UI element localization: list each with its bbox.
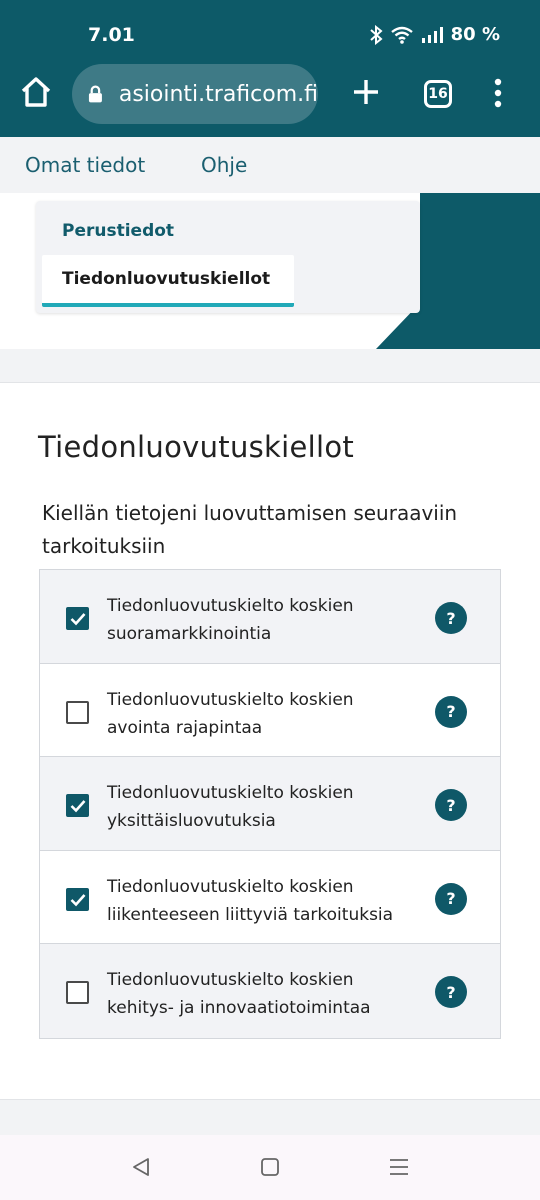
option-label-line2: yksittäisluovutuksia: [107, 811, 276, 832]
option-label-line2: kehitys- ja innovaatiotoimintaa: [107, 998, 371, 1019]
hero-section: Perustiedot Tiedonluovutuskiellot: [0, 193, 540, 349]
checkmark-icon: [70, 613, 86, 626]
option-row: Tiedonluovutuskielto koskien kehitys- ja…: [40, 944, 500, 1038]
sub-nav: Perustiedot Tiedonluovutuskiellot: [36, 201, 420, 313]
home-button[interactable]: [18, 74, 54, 110]
option-label-line1: Tiedonluovutuskielto koskien: [107, 876, 354, 897]
help-icon[interactable]: ?: [435, 695, 467, 728]
home-nav-button[interactable]: [260, 1157, 280, 1181]
subnav-active-label: Tiedonluovutuskiellot: [62, 269, 271, 289]
system-nav-bar: [0, 1135, 540, 1200]
section-divider: [0, 349, 540, 383]
subnav-tiedonluovutuskiellot[interactable]: Tiedonluovutuskiellot: [42, 255, 294, 307]
option-label-line2: suoramarkkinointia: [107, 624, 272, 644]
signal-icon: [421, 26, 443, 43]
help-icon[interactable]: ?: [435, 976, 467, 1009]
bluetooth-icon: [369, 24, 383, 45]
option-label-line1: Tiedonluovutuskielto koskien: [107, 596, 354, 616]
status-time: 7.01: [88, 24, 135, 46]
lock-icon: [88, 85, 102, 103]
address-bar[interactable]: asiointi.traficom.fi: [72, 64, 318, 124]
option-label: Tiedonluovutuskielto koskien avointa raj…: [107, 686, 407, 742]
option-label: Tiedonluovutuskielto koskien suoramarkki…: [107, 592, 407, 648]
top-nav: Omat tiedot Ohje: [0, 137, 540, 193]
option-row: Tiedonluovutuskielto koskien liikenteese…: [40, 850, 500, 945]
url-text: asiointi.traficom.fi: [118, 81, 318, 107]
browser-chrome: 7.01 80 % asiointi.traficom.fi 16: [0, 0, 540, 137]
nav-ohje[interactable]: Ohje: [201, 153, 247, 177]
option-row: Tiedonluovutuskielto koskien suoramarkki…: [40, 570, 500, 664]
option-label: Tiedonluovutuskielto koskien liikenteese…: [107, 873, 407, 929]
intro-text: Kiellän tietojeni luovuttamisen seuraavi…: [42, 501, 458, 558]
option-label-line1: Tiedonluovutuskielto koskien: [107, 689, 354, 710]
option-label-line1: Tiedonluovutuskielto koskien: [107, 970, 354, 991]
tab-switcher-button[interactable]: 16: [424, 80, 452, 108]
option-checkbox[interactable]: [66, 607, 89, 630]
battery-level: 80 %: [450, 24, 500, 45]
option-label: Tiedonluovutuskielto koskien kehitys- ja…: [107, 966, 407, 1022]
option-checkbox[interactable]: [66, 794, 89, 818]
option-checkbox[interactable]: [66, 981, 89, 1005]
more-vert-icon: [494, 78, 502, 108]
wifi-icon: [390, 26, 413, 44]
checkmark-icon: [70, 893, 86, 907]
help-icon[interactable]: ?: [435, 602, 467, 634]
recents-button[interactable]: [389, 1157, 409, 1181]
option-checkbox[interactable]: [66, 887, 89, 911]
new-tab-button[interactable]: [350, 76, 382, 108]
help-icon[interactable]: ?: [435, 882, 467, 915]
option-label: Tiedonluovutuskielto koskien yksittäislu…: [107, 779, 407, 835]
tab-count: 16: [428, 86, 448, 102]
nav-omat-tiedot[interactable]: Omat tiedot: [25, 153, 145, 177]
subnav-perustiedot[interactable]: Perustiedot: [62, 221, 174, 241]
status-icons: 80 %: [369, 24, 500, 45]
plus-icon: [354, 80, 378, 104]
option-list: Tiedonluovutuskielto koskien suoramarkki…: [39, 569, 501, 1039]
help-icon[interactable]: ?: [435, 789, 467, 822]
page-title: Tiedonluovutuskiellot: [38, 430, 355, 464]
square-icon: [261, 1158, 279, 1176]
option-row: Tiedonluovutuskielto koskien avointa raj…: [40, 663, 500, 758]
footer-band: [0, 1099, 540, 1135]
recents-icon: [390, 1159, 408, 1175]
option-label-line2: avointa rajapintaa: [107, 717, 263, 738]
browser-menu-button[interactable]: [490, 78, 506, 108]
checkmark-icon: [70, 800, 86, 813]
back-icon: [133, 1158, 149, 1176]
option-label-line1: Tiedonluovutuskielto koskien: [107, 783, 354, 804]
back-button[interactable]: [131, 1157, 151, 1181]
option-label-line2: liikenteeseen liittyviä tarkoituksia: [107, 904, 394, 925]
option-row: Tiedonluovutuskielto koskien yksittäislu…: [40, 757, 500, 851]
home-icon: [21, 77, 51, 107]
option-checkbox[interactable]: [66, 700, 89, 724]
